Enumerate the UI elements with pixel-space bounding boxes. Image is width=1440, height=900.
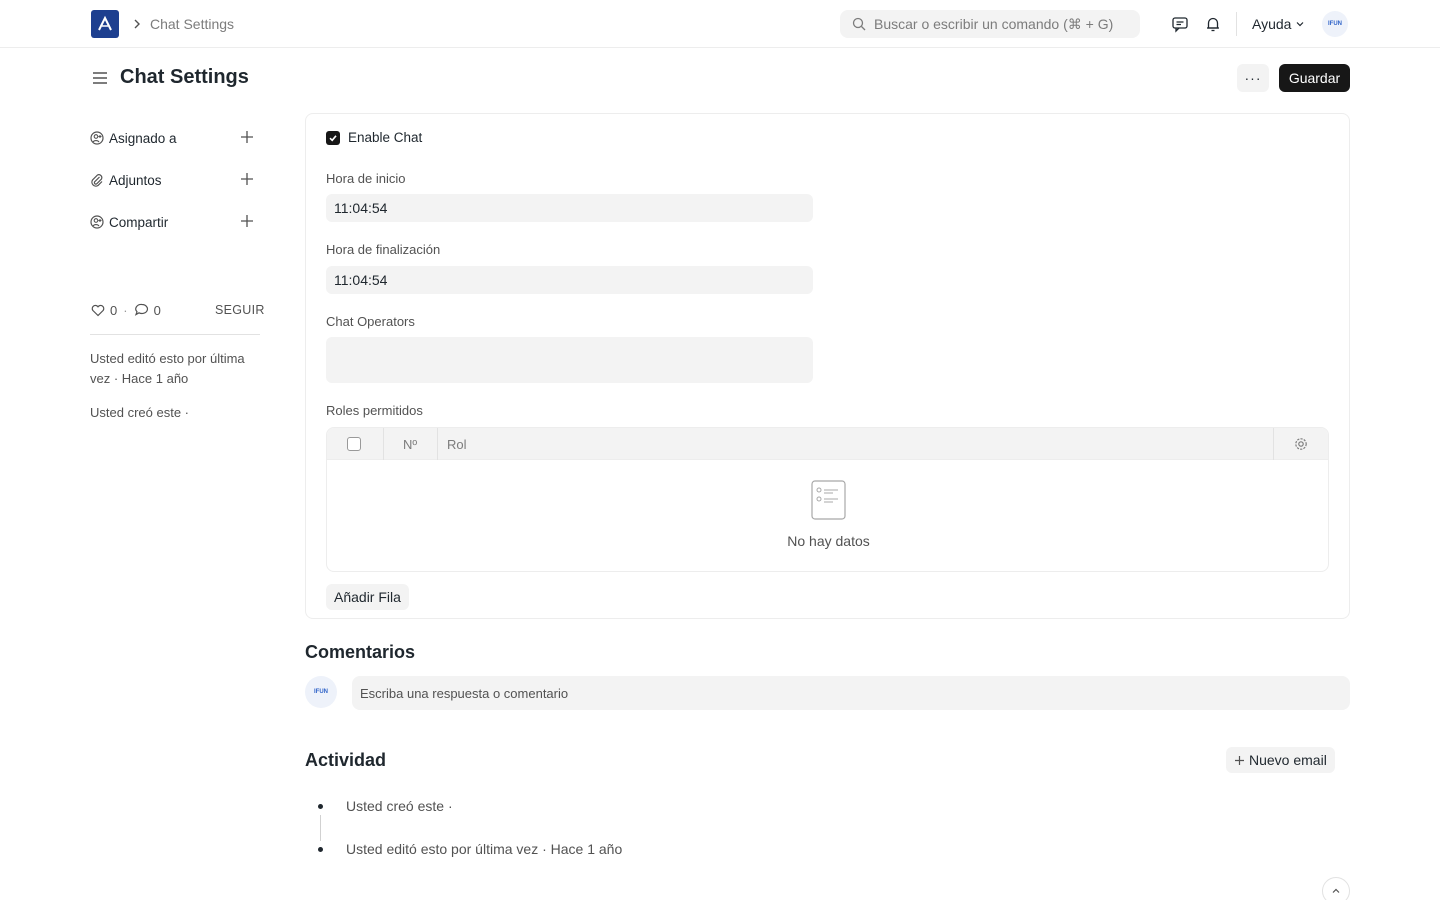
enable-chat-field[interactable]: Enable Chat xyxy=(326,130,422,145)
chat-operators-input[interactable] xyxy=(326,337,813,383)
enable-chat-label: Enable Chat xyxy=(348,130,423,145)
activity-title: Actividad xyxy=(305,750,387,770)
start-time-label: Hora de inicio xyxy=(326,171,406,186)
enable-chat-checkbox[interactable] xyxy=(326,130,340,145)
empty-list-icon xyxy=(811,480,846,520)
save-button[interactable]: Guardar xyxy=(1279,64,1350,92)
sidebar-item-label: Asignado a xyxy=(109,130,177,146)
app-logo-icon xyxy=(98,15,112,31)
plus-icon xyxy=(1235,755,1244,765)
chevron-right-icon xyxy=(134,19,140,29)
user-plus-icon xyxy=(90,131,104,145)
paperclip-icon xyxy=(91,174,103,187)
empty-state-text: No hay datos xyxy=(787,533,870,549)
search-bar[interactable]: Buscar o escribir un comando (⌘ + G) xyxy=(840,10,1140,38)
created-text: Usted creó este · xyxy=(90,405,189,420)
comment-icon[interactable] xyxy=(134,302,150,318)
roles-table: Nº Rol No hay datos xyxy=(326,427,1329,572)
page-title: Chat Settings xyxy=(120,66,249,88)
bell-icon[interactable] xyxy=(1203,14,1223,34)
gear-icon[interactable] xyxy=(1293,436,1309,452)
separator-dot: · xyxy=(123,302,128,318)
add-share-icon[interactable] xyxy=(240,214,254,228)
nav-divider xyxy=(1236,12,1237,36)
add-assignee-icon[interactable] xyxy=(240,130,254,144)
user-avatar[interactable]: IFUN xyxy=(1322,11,1348,37)
check-icon xyxy=(329,134,337,141)
column-divider xyxy=(1273,428,1274,460)
comment-input[interactable]: Escriba una respuesta o comentario xyxy=(352,676,1350,710)
sidebar-item-share[interactable]: Compartir xyxy=(90,212,260,232)
activity-item: Usted creó este · xyxy=(346,798,453,814)
app-logo[interactable] xyxy=(91,10,119,38)
scroll-to-top-button[interactable] xyxy=(1322,877,1350,900)
select-all-checkbox[interactable] xyxy=(347,437,361,451)
end-time-label: Hora de finalización xyxy=(326,242,441,257)
sidebar-divider xyxy=(90,334,260,335)
add-attachment-icon[interactable] xyxy=(240,172,254,186)
comments-title: Comentarios xyxy=(305,642,416,662)
new-email-label: Nuevo email xyxy=(1249,752,1327,768)
timeline-dot xyxy=(318,847,323,852)
last-edited-text: Usted editó esto por última vez · Hace 1… xyxy=(90,351,245,386)
new-email-button[interactable]: Nuevo email xyxy=(1226,747,1335,773)
table-header: Nº Rol xyxy=(327,428,1328,460)
timeline-line xyxy=(320,815,321,841)
add-row-button[interactable]: Añadir Fila xyxy=(326,584,409,610)
chevron-up-icon xyxy=(1332,888,1340,893)
roles-label: Roles permitidos xyxy=(326,403,423,418)
chat-operators-label: Chat Operators xyxy=(326,314,415,329)
sidebar-item-assigned-to[interactable]: Asignado a xyxy=(90,128,260,148)
sidebar-item-label: Compartir xyxy=(109,214,169,230)
likes-count: 0 xyxy=(110,302,118,318)
help-menu[interactable]: Ayuda xyxy=(1252,16,1305,32)
breadcrumb[interactable]: Chat Settings xyxy=(150,16,234,32)
start-time-input[interactable]: 11:04:54 xyxy=(326,194,813,222)
search-icon xyxy=(852,17,866,31)
comments-count: 0 xyxy=(153,302,161,318)
column-divider xyxy=(383,428,384,460)
column-header-number: Nº xyxy=(403,437,418,452)
timeline-dot xyxy=(318,804,323,809)
sidebar-toggle-icon[interactable] xyxy=(91,69,109,87)
sidebar-item-label: Adjuntos xyxy=(109,172,162,188)
column-header-role: Rol xyxy=(447,437,467,452)
navbar: Chat Settings Buscar o escribir un coman… xyxy=(0,0,1440,48)
activity-item: Usted editó esto por última vez · Hace 1… xyxy=(346,841,623,857)
chat-icon[interactable] xyxy=(1170,14,1190,34)
comment-avatar: IFUN xyxy=(305,676,337,708)
chevron-down-icon xyxy=(1297,22,1304,27)
search-input[interactable]: Buscar o escribir un comando (⌘ + G) xyxy=(874,16,1113,33)
column-divider xyxy=(437,428,438,460)
sidebar-item-attachments[interactable]: Adjuntos xyxy=(90,170,260,190)
heart-icon[interactable] xyxy=(90,302,106,318)
follow-button[interactable]: SEGUIR xyxy=(215,303,265,317)
end-time-input[interactable]: 11:04:54 xyxy=(326,266,813,294)
more-actions-button[interactable]: ··· xyxy=(1237,64,1269,92)
help-label: Ayuda xyxy=(1252,16,1292,32)
share-user-icon xyxy=(90,215,104,229)
